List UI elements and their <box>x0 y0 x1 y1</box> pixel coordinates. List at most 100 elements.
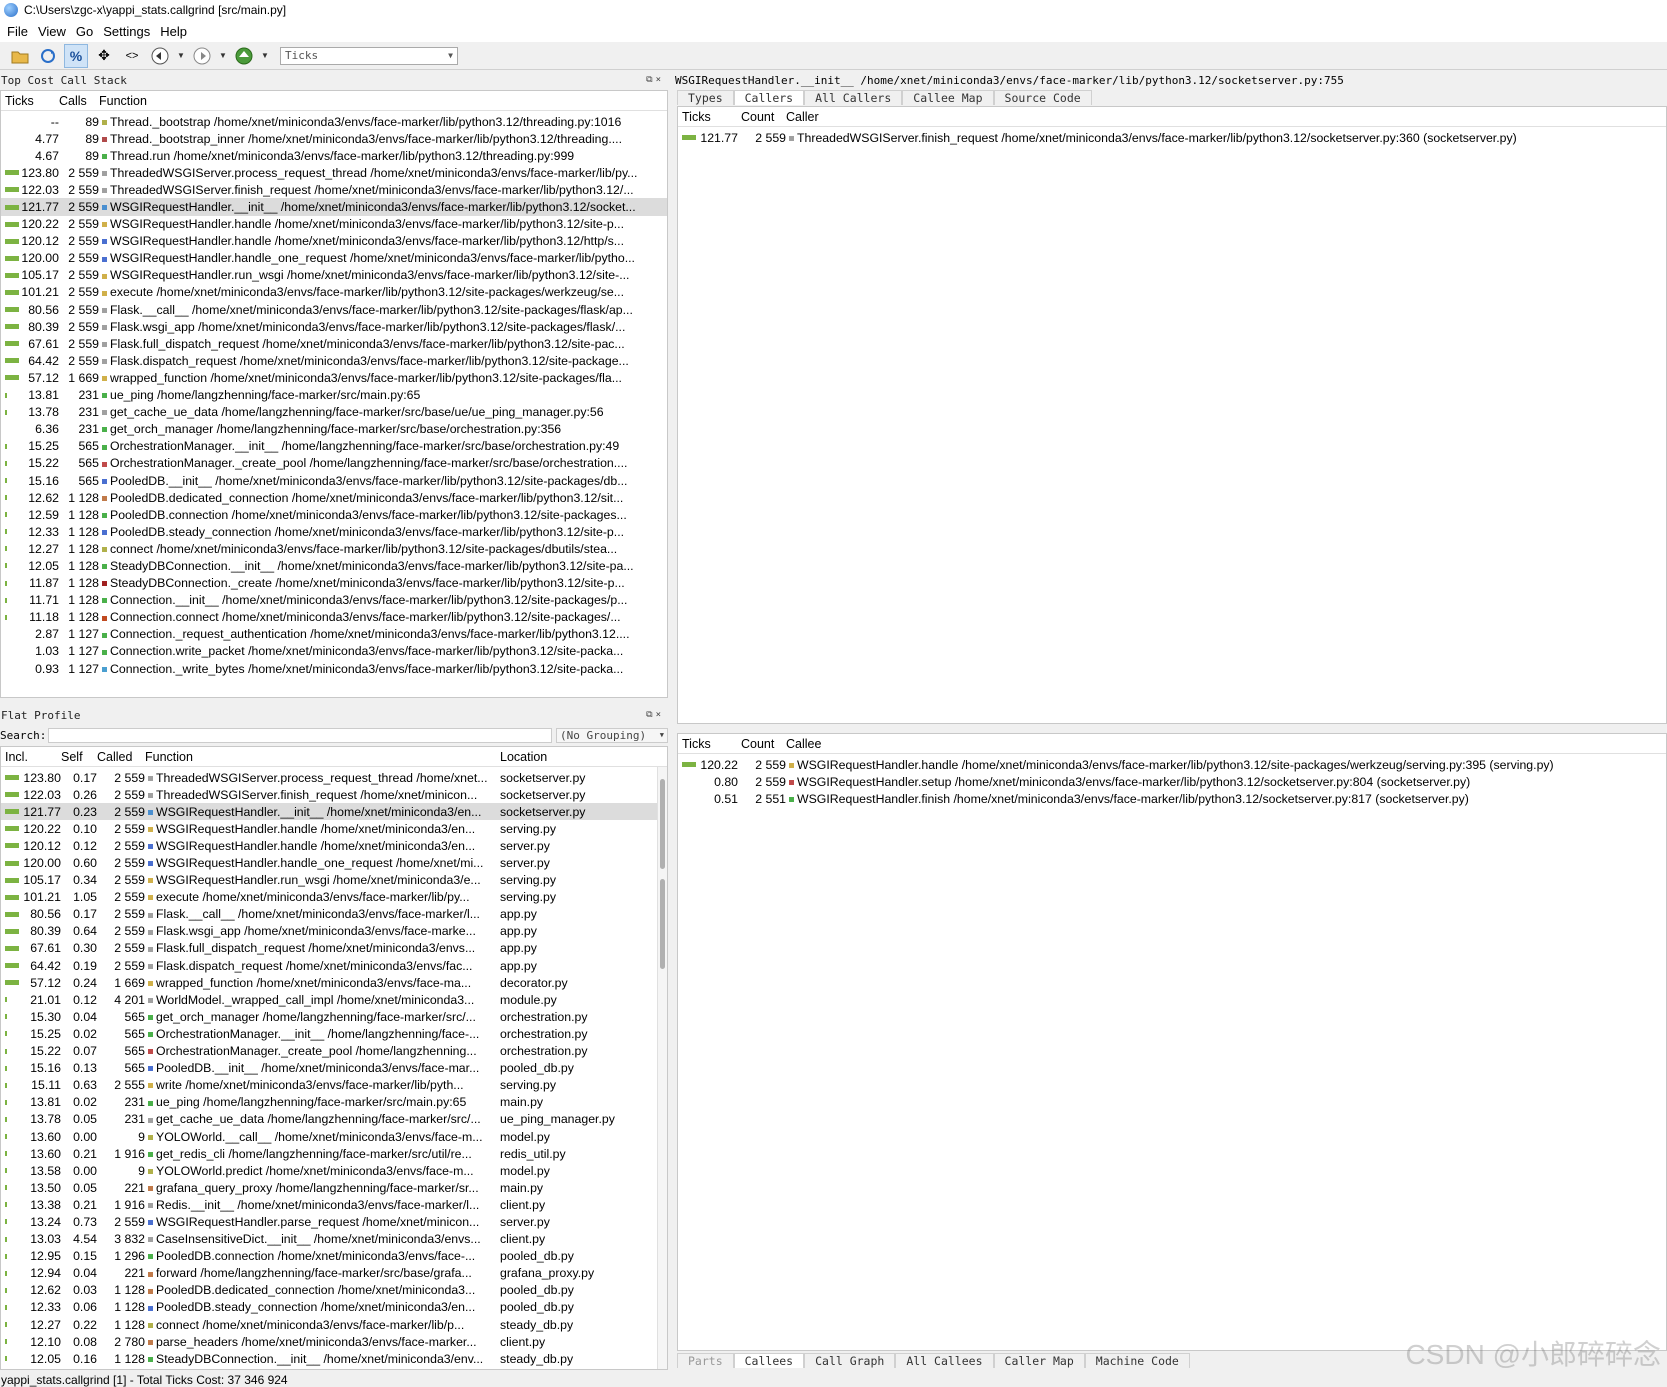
tab-callers[interactable]: Callers <box>733 90 805 105</box>
up-arrow-icon[interactable] <box>232 44 256 68</box>
table-row[interactable]: 15.25 0.02 565 OrchestrationManager.__init_… <box>1 1025 667 1042</box>
table-row[interactable]: 21.01 0.12 4 201 WorldModel._wrapped_call_i… <box>1 991 667 1008</box>
list-item[interactable]: 105.17 2 559 WSGIRequestHandler.run_wsgi /… <box>1 267 667 284</box>
open-folder-icon[interactable] <box>8 44 32 68</box>
table-row[interactable]: 101.21 1.05 2 559 execute /home/xnet/minico… <box>1 889 667 906</box>
list-item[interactable]: 0.80 2 559 WSGIRequestHandler.setup /home/… <box>678 773 1666 790</box>
list-item[interactable]: 120.12 2 559 WSGIRequestHandler.handle /ho… <box>1 233 667 250</box>
tab-source-code[interactable]: Source Code <box>993 90 1092 105</box>
list-item[interactable]: 15.16 565 PooledDB.__init__ /home/xnet/min… <box>1 472 667 489</box>
list-item[interactable]: 6.36 231 get_orch_manager /home/langzhenni… <box>1 421 667 438</box>
menu-go[interactable]: Go <box>71 24 98 39</box>
table-row[interactable]: 120.00 0.60 2 559 WSGIRequestHandler.handle… <box>1 854 667 871</box>
list-item[interactable]: 11.71 1 128 Connection.__init__ /home/xnet… <box>1 592 667 609</box>
list-item[interactable]: 101.21 2 559 execute /home/xnet/miniconda3… <box>1 284 667 301</box>
dock-controls[interactable]: ⧉× <box>646 710 664 720</box>
table-row[interactable]: 13.60 0.21 1 916 get_redis_cli /home/langzh… <box>1 1145 667 1162</box>
list-item[interactable]: 120.00 2 559 WSGIRequestHandler.handle_one… <box>1 250 667 267</box>
list-item[interactable]: 0.51 2 551 WSGIRequestHandler.finish /home… <box>678 790 1666 807</box>
back-dropdown-icon[interactable]: ▼ <box>176 44 186 68</box>
search-input[interactable] <box>48 727 552 743</box>
menu-settings[interactable]: Settings <box>98 24 155 39</box>
table-row[interactable]: 105.17 0.34 2 559 WSGIRequestHandler.run_ws… <box>1 872 667 889</box>
table-row[interactable]: 12.27 0.22 1 128 connect /home/xnet/minicon… <box>1 1316 667 1333</box>
table-row[interactable]: 15.22 0.07 565 OrchestrationManager._create… <box>1 1043 667 1060</box>
table-row[interactable]: 13.50 0.05 221 grafana_query_proxy /home/la… <box>1 1179 667 1196</box>
header-callee[interactable]: Callee <box>786 737 1666 751</box>
list-item[interactable]: 13.78 231 get_cache_ue_data /home/langzhen… <box>1 404 667 421</box>
tab-all-callees[interactable]: All Callees <box>895 1353 994 1368</box>
table-row[interactable]: 13.24 0.73 2 559 WSGIRequestHandler.parse_r… <box>1 1213 667 1230</box>
header-calls[interactable]: Calls <box>59 94 99 108</box>
table-row[interactable]: 15.16 0.13 565 PooledDB.__init__ /home/xnet… <box>1 1060 667 1077</box>
tab-call-graph[interactable]: Call Graph <box>804 1353 896 1368</box>
list-item[interactable]: 15.25 565 OrchestrationManager.__init__ /h… <box>1 438 667 455</box>
header-function[interactable]: Function <box>99 94 667 108</box>
list-item[interactable]: 80.56 2 559 Flask.__call__ /home/xnet/mini… <box>1 301 667 318</box>
tab-types[interactable]: Types <box>677 90 734 105</box>
table-row[interactable]: 80.56 0.17 2 559 Flask.__call__ /home/xnet/… <box>1 906 667 923</box>
list-item[interactable]: 123.80 2 559 ThreadedWSGIServer.process_re… <box>1 164 667 181</box>
header-ticks[interactable]: Ticks <box>678 737 738 751</box>
list-item[interactable]: 12.59 1 128 PooledDB.connection /home/xnet… <box>1 506 667 523</box>
header-count[interactable]: Count <box>738 110 786 124</box>
table-row[interactable]: 13.81 0.02 231 ue_ping /home/langzhenning/f… <box>1 1094 667 1111</box>
header-count[interactable]: Count <box>738 737 786 751</box>
list-item[interactable]: 121.77 2 559 WSGIRequestHandler.__init__ /… <box>1 198 667 216</box>
table-row[interactable]: 13.58 0.00 9 YOLOWorld.predict /home/xnet/m… <box>1 1162 667 1179</box>
list-item[interactable]: 15.22 565 OrchestrationManager._create_poo… <box>1 455 667 472</box>
scroll-thumb[interactable] <box>660 879 665 969</box>
back-arrow-icon[interactable] <box>148 44 172 68</box>
menu-help[interactable]: Help <box>155 24 192 39</box>
list-item[interactable]: 64.42 2 559 Flask.dispatch_request /home/x… <box>1 352 667 369</box>
event-type-combo[interactable]: Ticks ▼ <box>280 46 458 65</box>
list-item[interactable]: 12.05 1 128 SteadyDBConnection.__init__ /h… <box>1 557 667 574</box>
header-called[interactable]: Called <box>97 750 145 764</box>
table-row[interactable]: 13.03 4.54 3 832 CaseInsensitiveDict.__init… <box>1 1231 667 1248</box>
list-item[interactable]: 11.18 1 128 Connection.connect /home/xnet/… <box>1 609 667 626</box>
table-row[interactable]: 15.11 0.63 2 555 write /home/xnet/miniconda… <box>1 1077 667 1094</box>
header-self[interactable]: Self <box>61 750 97 764</box>
header-incl[interactable]: Incl. <box>1 750 61 764</box>
list-item[interactable]: 13.81 231 ue_ping /home/langzhenning/face-… <box>1 387 667 404</box>
list-item[interactable]: 120.22 2 559 WSGIRequestHandler.handle /ho… <box>678 756 1666 773</box>
table-row[interactable]: 12.94 0.04 221 forward /home/langzhenning/f… <box>1 1265 667 1282</box>
table-row[interactable]: 12.10 0.08 2 780 parse_headers /home/xnet/m… <box>1 1333 667 1350</box>
table-row[interactable]: 123.80 0.17 2 559 ThreadedWSGIServer.proces… <box>1 769 667 786</box>
table-row[interactable]: 121.77 0.23 2 559 WSGIRequestHandler.__init… <box>1 803 667 821</box>
expand-icon[interactable]: <> <box>120 44 144 68</box>
forward-arrow-icon[interactable] <box>190 44 214 68</box>
up-dropdown-icon[interactable]: ▼ <box>260 44 270 68</box>
table-row[interactable]: 13.60 0.00 9 YOLOWorld.__call__ /home/xnet/… <box>1 1128 667 1145</box>
dock-controls[interactable]: ⧉× <box>646 75 664 85</box>
menu-file[interactable]: File <box>2 24 33 39</box>
menu-view[interactable]: View <box>33 24 71 39</box>
table-row[interactable]: 80.39 0.64 2 559 Flask.wsgi_app /home/xnet/… <box>1 923 667 940</box>
header-ticks[interactable]: Ticks <box>1 94 59 108</box>
table-row[interactable]: 12.33 0.06 1 128 PooledDB.steady_connection… <box>1 1299 667 1316</box>
table-row[interactable]: 12.62 0.03 1 128 PooledDB.dedicated_connect… <box>1 1282 667 1299</box>
list-item[interactable]: 0.93 1 127 Connection._write_bytes /home/x… <box>1 660 667 677</box>
table-row[interactable]: 12.95 0.15 1 296 PooledDB.connection /home/… <box>1 1248 667 1265</box>
table-row[interactable]: 120.12 0.12 2 559 WSGIRequestHandler.handle… <box>1 837 667 854</box>
table-row[interactable]: 12.05 0.16 1 128 SteadyDBConnection.__init_… <box>1 1350 667 1367</box>
scroll-thumb[interactable] <box>660 779 665 869</box>
list-item[interactable]: -- 89 Thread._bootstrap /home/xnet/minicon… <box>1 113 667 130</box>
header-location[interactable]: Location <box>500 750 667 764</box>
list-item[interactable]: 12.33 1 128 PooledDB.steady_connection /ho… <box>1 523 667 540</box>
tab-machine-code[interactable]: Machine Code <box>1084 1353 1190 1368</box>
header-ticks[interactable]: Ticks <box>678 110 738 124</box>
table-row[interactable]: 64.42 0.19 2 559 Flask.dispatch_request /ho… <box>1 957 667 974</box>
list-item[interactable]: 121.77 2 559 ThreadedWSGIServer.finish_req… <box>678 129 1666 146</box>
forward-dropdown-icon[interactable]: ▼ <box>218 44 228 68</box>
table-row[interactable]: 13.78 0.05 231 get_cache_ue_data /home/lang… <box>1 1111 667 1128</box>
list-item[interactable]: 12.62 1 128 PooledDB.dedicated_connection … <box>1 489 667 506</box>
table-row[interactable]: 15.30 0.04 565 get_orch_manager /home/langz… <box>1 1008 667 1025</box>
table-row[interactable]: 67.61 0.30 2 559 Flask.full_dispatch_reques… <box>1 940 667 957</box>
list-item[interactable]: 2.87 1 127 Connection._request_authenticat… <box>1 626 667 643</box>
list-item[interactable]: 11.87 1 128 SteadyDBConnection._create /ho… <box>1 575 667 592</box>
list-item[interactable]: 80.39 2 559 Flask.wsgi_app /home/xnet/mini… <box>1 318 667 335</box>
move-icon[interactable]: ✥ <box>92 44 116 68</box>
tab-callees[interactable]: Callees <box>733 1353 805 1368</box>
list-item[interactable]: 120.22 2 559 WSGIRequestHandler.handle /ho… <box>1 216 667 233</box>
